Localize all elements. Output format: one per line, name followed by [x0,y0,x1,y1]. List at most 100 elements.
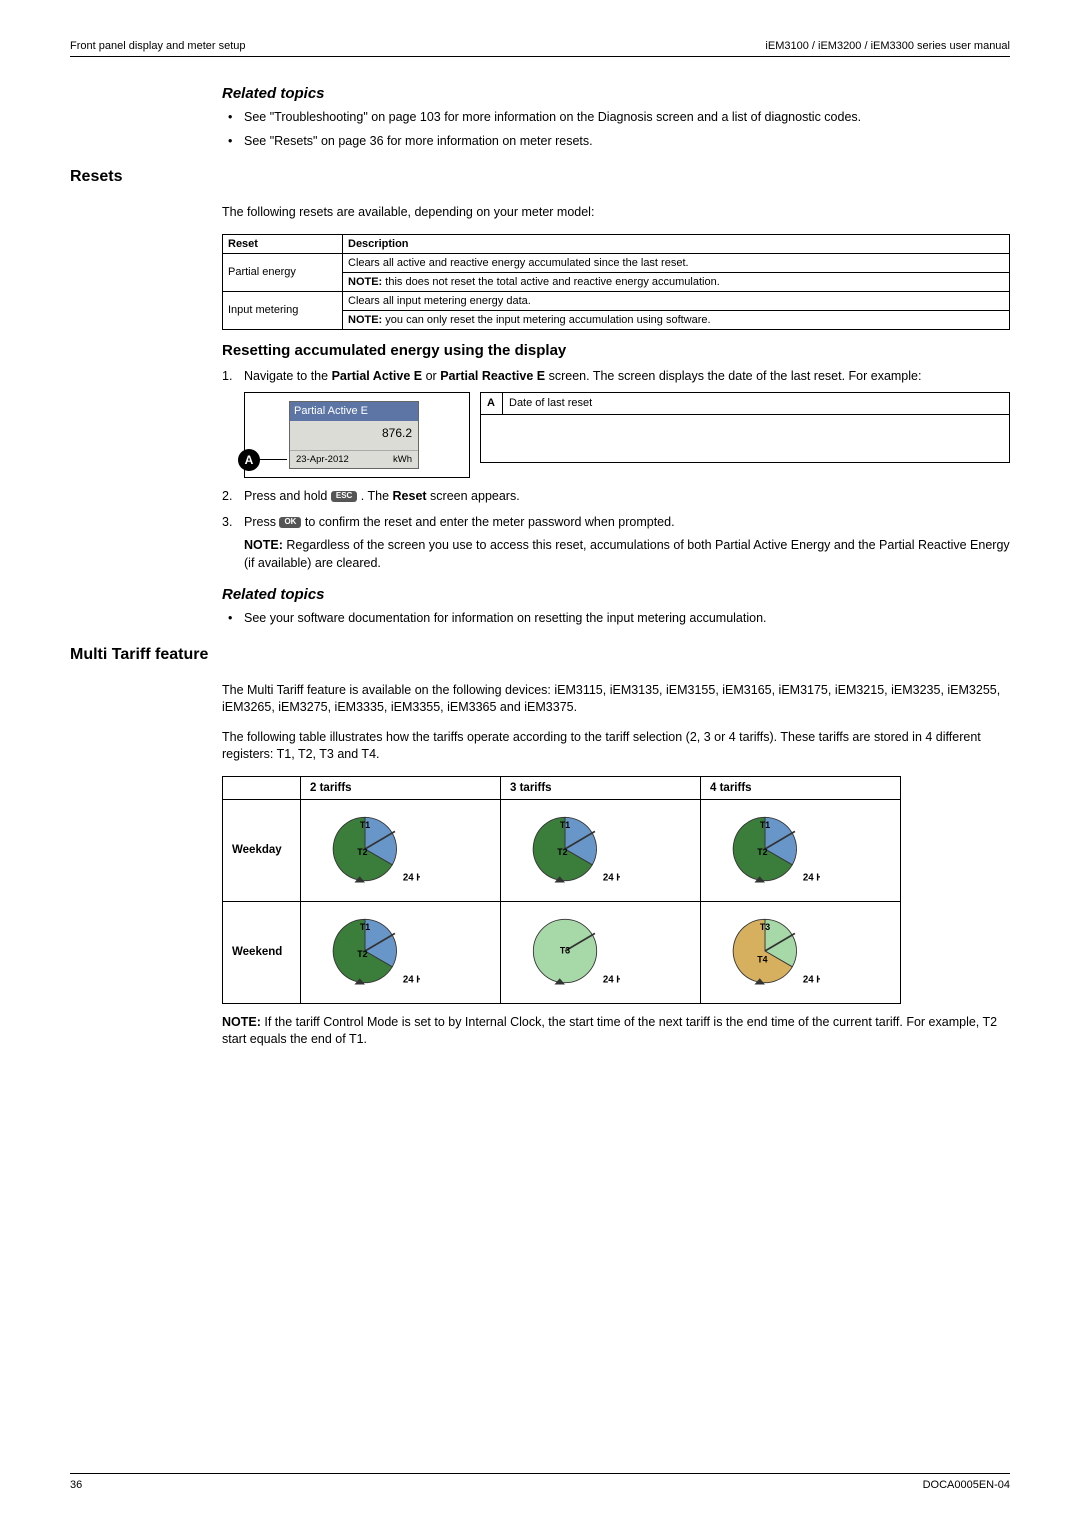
footer-doc: DOCA0005EN-04 [923,1479,1010,1491]
meter-screen: Partial Active E 876.2 23-Apr-2012 kWh [289,401,419,469]
svg-text:T2: T2 [757,847,767,857]
step2-post: screen appears. [427,489,520,503]
page-footer: 36 DOCA0005EN-04 [70,1473,1010,1491]
svg-text:24 H: 24 H [403,872,420,883]
related-topics-list-2: See your software documentation for info… [222,610,1010,628]
reset-step-3: Press OK to confirm the reset and enter … [222,514,1010,573]
svg-text:24 H: 24 H [403,974,420,985]
resets-r0-line1: Clears all active and reactive energy ac… [343,253,1010,272]
tariff-note-label: NOTE: [222,1015,261,1029]
svg-text:T1: T1 [560,819,570,829]
step3-post: to confirm the reset and enter the meter… [301,515,674,529]
clock-weekend-4: T3 T4 24 H [701,901,901,1003]
step3-note-text: Regardless of the screen you use to acce… [244,538,1010,570]
esc-button-icon: ESC [331,491,357,502]
svg-text:T1: T1 [760,819,770,829]
screen-date: 23-Apr-2012 [296,453,349,466]
svg-text:T1: T1 [360,819,370,829]
related-topics-heading-2: Related topics [222,586,1010,603]
ok-button-icon: OK [279,517,301,528]
marker-a-badge: A [238,449,260,471]
clock-weekend-3: T3 24 H [501,901,701,1003]
tariff-table: 2 tariffs 3 tariffs 4 tariffs Weekday T1… [222,776,901,1004]
header-right: iEM3100 / iEM3200 / iEM3300 series user … [765,40,1010,52]
multitariff-p2: The following table illustrates how the … [222,729,1010,764]
multitariff-p1: The Multi Tariff feature is available on… [222,682,1010,717]
svg-text:T2: T2 [357,847,367,857]
resets-r0-reset: Partial energy [223,253,343,291]
clock-icon: T1 T2 24 H [310,907,420,995]
resets-heading: Resets [70,168,1010,186]
marker-a-line [259,459,287,460]
page-header: Front panel display and meter setup iEM3… [70,40,1010,52]
clock-weekday-3: T1 T2 24 H [501,799,701,901]
svg-text:24 H: 24 H [603,872,620,883]
step2-mid: . The [357,489,392,503]
tariff-th-2: 2 tariffs [301,776,501,799]
resets-r0-note-text: this does not reset the total active and… [382,276,720,288]
svg-text:24 H: 24 H [803,872,820,883]
step1-b1: Partial Active E [332,369,423,383]
resets-table: Reset Description Partial energy Clears … [222,234,1010,330]
clock-weekend-2: T1 T2 24 H [301,901,501,1003]
resets-th-desc: Description [343,234,1010,253]
step1-post: screen. The screen displays the date of … [545,369,921,383]
svg-text:T3: T3 [560,945,570,955]
clock-icon: T3 T4 24 H [710,907,820,995]
reset-step-1: Navigate to the Partial Active E or Part… [222,368,1010,479]
resets-r1-note-text: you can only reset the input metering ac… [382,314,710,326]
clock-icon: T1 T2 24 H [310,805,420,893]
step2-b1: Reset [393,489,427,503]
resets-th-reset: Reset [223,234,343,253]
svg-text:T3: T3 [760,921,770,931]
resets-r1-reset: Input metering [223,291,343,329]
clock-icon: T1 T2 24 H [710,805,820,893]
related-topics-heading-1: Related topics [222,85,1010,102]
legend-a: A [481,393,503,415]
related-topics-1-item-0: See "Troubleshooting" on page 103 for mo… [222,109,1010,127]
resets-r1-line1: Clears all input metering energy data. [343,291,1010,310]
resets-r1-note: NOTE: you can only reset the input meter… [343,310,1010,329]
step3-note-label: NOTE: [244,538,283,552]
svg-text:T4: T4 [757,954,767,964]
legend-a-desc: Date of last reset [503,393,1010,415]
step3-note: NOTE: Regardless of the screen you use t… [244,537,1010,572]
legend-blank [481,415,1010,463]
clock-icon: T1 T2 24 H [510,805,620,893]
legend-table: A Date of last reset [480,392,1010,463]
step1-pre: Navigate to the [244,369,332,383]
clock-weekday-2: T1 T2 24 H [301,799,501,901]
tariff-row-weekend: Weekend [223,901,301,1003]
resets-r1-note-label: NOTE: [348,314,382,326]
clock-icon: T3 24 H [510,907,620,995]
tariff-th-3: 3 tariffs [501,776,701,799]
multitariff-heading: Multi Tariff feature [70,646,1010,664]
clock-weekday-4: T1 T2 24 H [701,799,901,901]
header-rule [70,56,1010,57]
tariff-row-weekday: Weekday [223,799,301,901]
svg-text:24 H: 24 H [603,974,620,985]
reset-step-2: Press and hold ESC . The Reset screen ap… [222,488,1010,506]
resets-r0-note-label: NOTE: [348,276,382,288]
step3-pre: Press [244,515,279,529]
resets-r0-note: NOTE: this does not reset the total acti… [343,272,1010,291]
step1-b2: Partial Reactive E [440,369,545,383]
svg-text:T1: T1 [360,921,370,931]
footer-page: 36 [70,1479,82,1491]
related-topics-1-item-1: See "Resets" on page 36 for more informa… [222,133,1010,151]
header-left: Front panel display and meter setup [70,40,246,52]
related-topics-2-item-0: See your software documentation for info… [222,610,1010,628]
reset-accum-heading: Resetting accumulated energy using the d… [222,342,1010,359]
tariff-th-blank [223,776,301,799]
screen-example-box: A Partial Active E 876.2 23-Apr-2012 kWh [244,392,470,478]
screen-title: Partial Active E [290,402,418,421]
step2-pre: Press and hold [244,489,331,503]
svg-text:T2: T2 [557,847,567,857]
reset-steps: Navigate to the Partial Active E or Part… [222,368,1010,573]
resets-intro: The following resets are available, depe… [222,204,1010,222]
step1-mid: or [422,369,440,383]
svg-text:24 H: 24 H [803,974,820,985]
screen-unit: kWh [393,453,412,466]
tariff-note: NOTE: If the tariff Control Mode is set … [222,1014,1010,1049]
svg-text:T2: T2 [357,949,367,959]
